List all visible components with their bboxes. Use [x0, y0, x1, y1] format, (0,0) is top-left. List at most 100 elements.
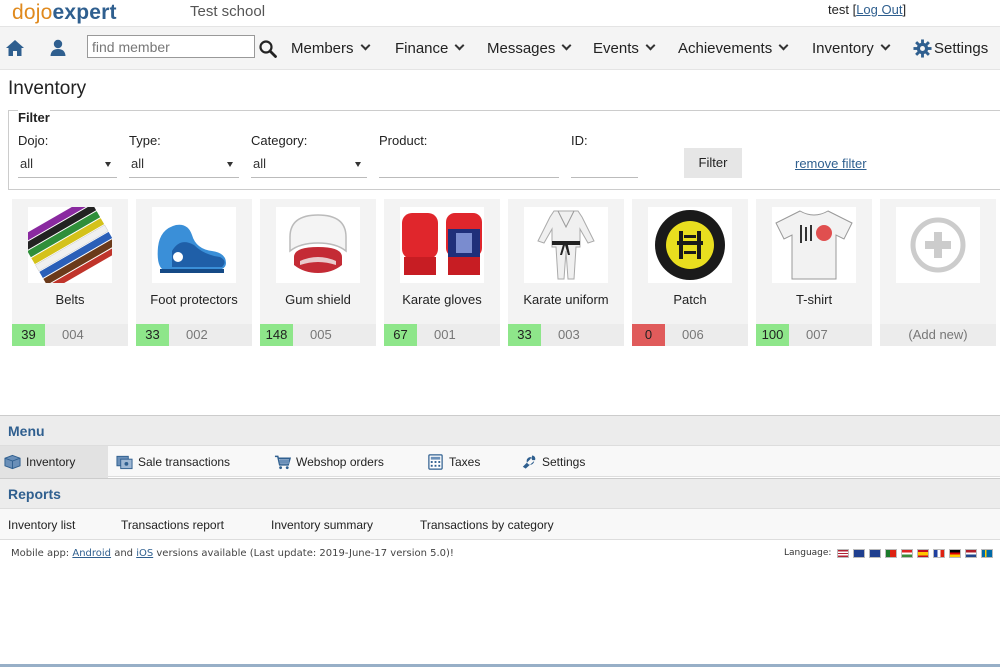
nav-events-label: Events — [593, 40, 639, 57]
foot-protector-icon — [152, 207, 236, 283]
nav-achievements[interactable]: Achievements — [678, 40, 789, 57]
nav-messages-label: Messages — [487, 40, 556, 57]
stock-badge: 100 — [756, 324, 789, 346]
filter-panel: Filter Dojo: all Type: all Category: all… — [8, 110, 1000, 190]
user-box: test [Log Out] — [828, 2, 907, 17]
flag-au-icon[interactable] — [869, 549, 881, 558]
nav-members[interactable]: Members — [291, 40, 370, 57]
category-label: Category: — [251, 133, 308, 148]
report-transactions[interactable]: Transactions report — [121, 518, 224, 532]
nav-finance[interactable]: Finance — [395, 40, 465, 57]
footer-and: and — [111, 548, 137, 559]
menu-item-sale-transactions[interactable]: Sale transactions — [112, 446, 252, 478]
product-label: Product: — [379, 133, 428, 148]
report-inventory-list[interactable]: Inventory list — [8, 518, 75, 532]
product-name: Patch — [673, 292, 707, 307]
report-transactions-by-category[interactable]: Transactions by category — [420, 518, 554, 532]
id-input[interactable] — [571, 152, 638, 178]
menu-item-webshop-orders[interactable]: Webshop orders — [270, 446, 400, 478]
stock-badge: 148 — [260, 324, 293, 346]
cash-icon — [116, 455, 133, 470]
logout-link[interactable]: Log Out — [856, 2, 902, 17]
nav-achievements-label: Achievements — [678, 40, 773, 57]
search-icon[interactable] — [258, 39, 278, 59]
nav-inventory[interactable]: Inventory — [812, 40, 891, 57]
wrench-icon — [522, 455, 536, 469]
product-name: T-shirt — [795, 292, 833, 307]
product-input[interactable] — [379, 152, 559, 178]
dropdown-arrow-icon — [227, 162, 233, 167]
menu-item-settings[interactable]: Settings — [516, 446, 596, 478]
filter-button[interactable]: Filter — [684, 148, 742, 178]
product-code: 002 — [186, 327, 208, 342]
gum-shield-icon — [276, 207, 360, 283]
username: test — [828, 2, 849, 17]
footer-note: Mobile app: Android and iOS versions ava… — [11, 548, 454, 559]
product-card[interactable]: Belts 39 004 — [12, 197, 128, 346]
add-icon — [896, 207, 980, 283]
product-card[interactable]: Foot protectors 33 002 — [136, 199, 252, 346]
dojo-select[interactable]: all — [18, 152, 117, 178]
type-label: Type: — [129, 133, 161, 148]
category-select-value: all — [253, 156, 267, 171]
dropdown-arrow-icon — [105, 162, 111, 167]
flag-es-icon[interactable] — [917, 549, 929, 558]
dojo-select-value: all — [20, 156, 34, 171]
nav-messages[interactable]: Messages — [487, 40, 572, 57]
ios-link[interactable]: iOS — [136, 548, 153, 559]
search-input[interactable] — [87, 35, 255, 58]
reports-heading: Reports — [8, 486, 61, 502]
type-select[interactable]: all — [129, 152, 239, 178]
menu-item-taxes[interactable]: Taxes — [423, 446, 493, 478]
product-card[interactable]: Karate gloves 67 001 — [384, 199, 500, 346]
home-icon[interactable] — [5, 38, 25, 58]
product-card[interactable]: Karate uniform 33 003 — [508, 199, 624, 346]
flag-us-icon[interactable] — [837, 549, 849, 558]
dojo-label: Dojo: — [18, 133, 49, 148]
main-nav: Members Finance Messages Events Achievem… — [0, 26, 1000, 70]
top-bar: dojoexpert Test school test [Log Out] — [0, 0, 1000, 26]
stock-badge: 33 — [136, 324, 169, 346]
page-title: Inventory — [8, 78, 87, 99]
nav-members-label: Members — [291, 40, 354, 57]
product-code: 001 — [434, 327, 456, 342]
menu-item-inventory[interactable]: Inventory — [0, 446, 108, 478]
flag-hu-icon[interactable] — [901, 549, 913, 558]
user-icon[interactable] — [48, 38, 68, 58]
chevron-down-icon — [454, 40, 465, 51]
product-card[interactable]: Gum shield 148 005 — [260, 199, 376, 346]
reports-heading-bar: Reports — [0, 478, 1000, 508]
menu-heading: Menu — [8, 423, 45, 439]
android-link[interactable]: Android — [72, 548, 111, 559]
nav-settings[interactable]: Settings — [913, 39, 989, 58]
stock-badge: 39 — [12, 324, 45, 346]
flag-de-icon[interactable] — [949, 549, 961, 558]
gloves-icon — [400, 207, 484, 283]
product-card[interactable]: Patch 0 006 — [632, 199, 748, 346]
product-code: 003 — [558, 327, 580, 342]
add-product-card[interactable]: (Add new) — [880, 199, 996, 346]
product-card[interactable]: T-shirt 100 007 — [756, 199, 872, 346]
nav-events[interactable]: Events — [593, 40, 656, 57]
product-code: 004 — [62, 327, 84, 342]
tshirt-icon — [772, 207, 856, 283]
menu-heading-bar: Menu — [0, 415, 1000, 445]
category-select[interactable]: all — [251, 152, 367, 178]
flag-nl-icon[interactable] — [965, 549, 977, 558]
flag-uk-icon[interactable] — [853, 549, 865, 558]
nav-settings-label: Settings — [934, 40, 989, 57]
flag-se-icon[interactable] — [981, 549, 993, 558]
flag-pt-icon[interactable] — [885, 549, 897, 558]
menu-item-label: Sale transactions — [138, 455, 231, 469]
id-label: ID: — [571, 133, 588, 148]
report-inventory-summary[interactable]: Inventory summary — [271, 518, 373, 532]
menu-item-label: Webshop orders — [296, 455, 384, 469]
flag-fr-icon[interactable] — [933, 549, 945, 558]
cart-icon — [274, 455, 291, 470]
menu-item-label: Settings — [542, 455, 586, 469]
logo[interactable]: dojoexpert — [12, 1, 117, 25]
product-name: Karate uniform — [523, 292, 609, 307]
remove-filter-link[interactable]: remove filter — [795, 156, 867, 171]
menu-item-label: Inventory — [26, 455, 76, 469]
language-label: Language: — [784, 548, 832, 558]
